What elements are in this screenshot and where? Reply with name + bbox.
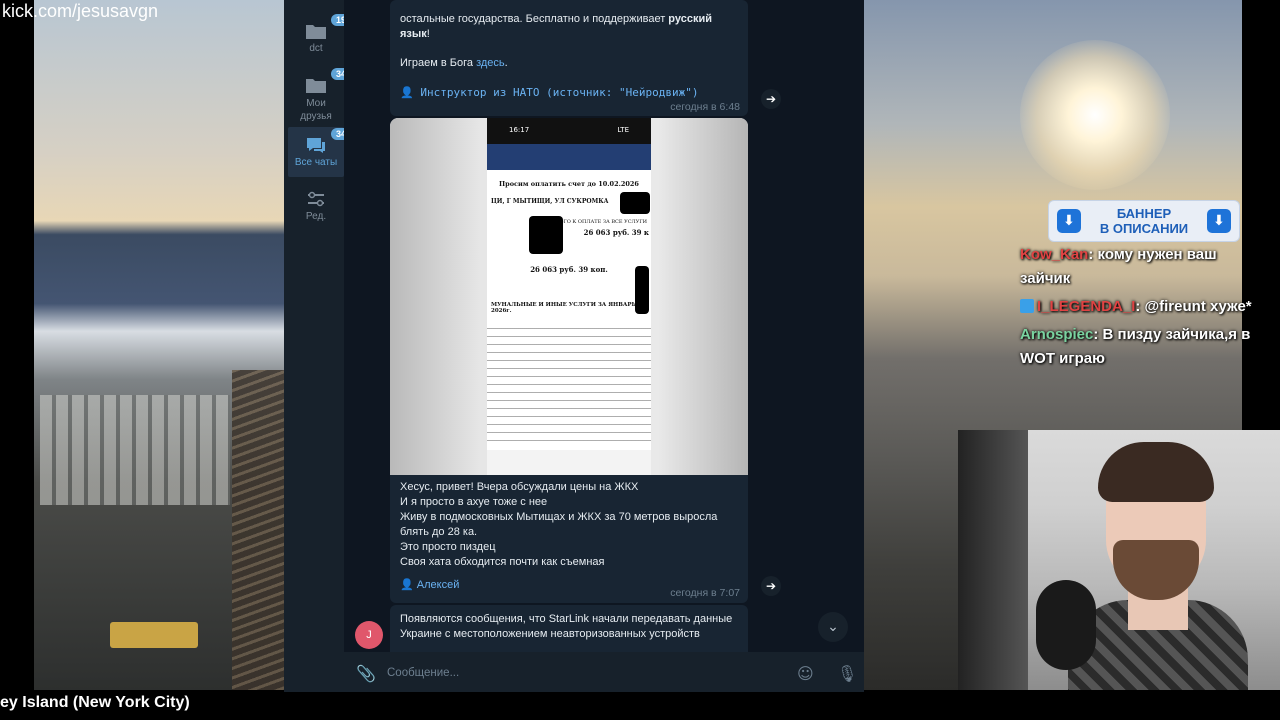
message-time: сегодня в 7:07 [670,587,740,599]
webcam-background [958,430,1028,690]
attach-icon[interactable]: 📎 [356,664,376,683]
message-signature: 👤 Инструктор из НАТО (источник: "Нейродв… [390,85,748,100]
arrow-down-icon: ⬇ [1057,209,1081,233]
status-network: LTE [617,126,629,134]
telegram-window: 190 dct 34 Мои друзья 341 Все чаты Ред. [284,0,864,692]
message-text-part: Играем в Бога [400,57,477,69]
chat-nick: Arnospiec [1020,326,1094,343]
signature-text: Инструктор из НАТО (источник: "Нейродвиж… [420,86,699,99]
doc-table [487,328,651,448]
avatar[interactable]: J [355,621,383,649]
houses [40,395,230,505]
message-composer[interactable]: 📎 Сообщение... ☺ 🎙 [344,652,864,692]
folder-label: Все чаты [294,157,338,168]
doc-amount-short: 26 063 руб. 39 к [583,228,649,237]
message-photo[interactable]: 16:17 LTE Просим оплатить счет до 10.02.… [390,118,748,475]
folder-icon: 190 [305,14,357,40]
message-text-part: ! [426,28,430,40]
stream-chat-overlay: Kow_Kan: кому нужен ваш зайчик I_LEGENDA… [1020,243,1260,375]
chat-message: Kow_Kan: кому нужен ваш зайчик [1020,243,1260,291]
banner-line: В ОПИСАНИИ [1099,221,1189,236]
message-line: Своя хата обходится почти как съемная [400,556,605,568]
chat-nick: I_LEGENDA_I [1037,298,1136,315]
banner-line: БАННЕР [1116,206,1172,221]
user-icon: 👤 [400,86,414,99]
message-bubble[interactable]: Хесус, привет! Вчера обсуждали цены на Ж… [390,475,748,603]
doc-total-label: ИТОГО К ОПЛАТЕ ЗА ВСЕ УСЛУГИ [551,219,647,225]
folder-icon: 34 [305,68,352,94]
chat-message: I_LEGENDA_I: @fireunt хуже* [1020,295,1260,319]
folder-dct[interactable]: 190 dct [288,14,357,54]
message-line: Это просто пиздец [400,541,496,553]
message-line: блять до 28 ка. [400,526,478,538]
message-line: Украине с местоположением неавторизованн… [400,628,700,640]
folder-my-friends[interactable]: 34 Мои друзья [288,68,352,123]
message-line: И я просто в ахуе тоже с нее [400,496,548,508]
message-line: Хесус, привет! Вчера обсуждали цены на Ж… [400,481,639,493]
chat-nick: Kow_Kan [1020,246,1089,263]
message-line: Живу в подмосковных Мытищах и ЖКХ за 70 … [400,511,718,523]
subscriber-badge-icon [1020,299,1034,313]
forward-icon[interactable]: ➔ [761,89,781,109]
doc-amount: 26 063 руб. 39 коп. [530,265,608,274]
sun [1020,40,1170,190]
location-caption: ey Island (New York City) [0,694,190,711]
school-bus [110,622,198,648]
redaction-mark [620,192,650,214]
chat-message: Arnospiec: В пизду зайчика,я в WOT играю [1020,323,1260,371]
folder-all-chats[interactable]: 341 Все чаты [288,127,357,177]
webcam-feed [958,430,1280,690]
message-bubble[interactable]: остальные государства. Бесплатно и подде… [390,0,748,116]
redaction-mark [635,266,649,314]
message-line: Играем в Бога здесь. [390,56,748,71]
emoji-icon[interactable]: ☺ [797,664,814,683]
user-icon: 👤 [400,579,414,591]
folder-label: dct [309,43,323,54]
banner-text: БАННЕР В ОПИСАНИИ [1081,206,1207,236]
message-bubble[interactable]: Появляются сообщения, что StarLink начал… [390,605,748,652]
phone-bottom-bar [487,450,651,475]
streamer-hair [1098,442,1214,502]
arrow-down-icon: ⬇ [1207,209,1231,233]
chat-text: : @fireunt хуже* [1135,298,1252,315]
folder-sidebar: 190 dct 34 Мои друзья 341 Все чаты Ред. [284,0,357,692]
message-link[interactable]: здесь [476,57,505,69]
phone-status-bar: 16:17 LTE [487,118,651,144]
bottom-strip [0,690,1280,720]
message-text: Появляются сообщения, что StarLink начал… [390,605,748,642]
folder-label: Ред. [305,211,327,222]
scroll-down-button[interactable]: ⌄ [818,612,848,642]
message-time: сегодня в 6:48 [670,101,740,113]
chat-history[interactable]: остальные государства. Бесплатно и подде… [344,0,864,652]
forward-icon[interactable]: ➔ [761,576,781,596]
message-line: Появляются сообщения, что StarLink начал… [400,613,733,625]
app-header-bar [487,144,651,170]
status-time: 16:17 [509,126,530,134]
message-input[interactable]: Сообщение... [387,667,459,679]
banner: ⬇ БАННЕР В ОПИСАНИИ ⬇ [1048,200,1240,242]
microphone-icon[interactable]: 🎙 [837,664,857,683]
sliders-icon [305,190,327,208]
doc-title: Просим оплатить счет до 10.02.2026 [499,180,639,188]
stream-watermark: kick.com/jesusavgn [2,1,159,21]
folder-edit[interactable]: Ред. [288,190,344,222]
chats-icon: 341 [305,128,357,154]
message-text-part: . [504,57,508,69]
message-text: Хесус, привет! Вчера обсуждали цены на Ж… [390,475,748,570]
phone-screenshot: 16:17 LTE Просим оплатить счет до 10.02.… [487,118,651,475]
message-text-part: остальные государства. Бесплатно и подде… [400,13,669,25]
folder-label: Мои друзья [300,98,332,122]
redaction-mark [529,216,563,254]
author-name: Алексей [416,579,460,591]
message-text: остальные государства. Бесплатно и подде… [390,0,748,42]
roller-coaster [232,370,284,690]
microphone [1036,580,1096,670]
doc-services: МУНАЛЬНЫЕ И ИНЫЕ УСЛУГИ ЗА ЯНВАРЬ 2026г. [491,302,637,314]
